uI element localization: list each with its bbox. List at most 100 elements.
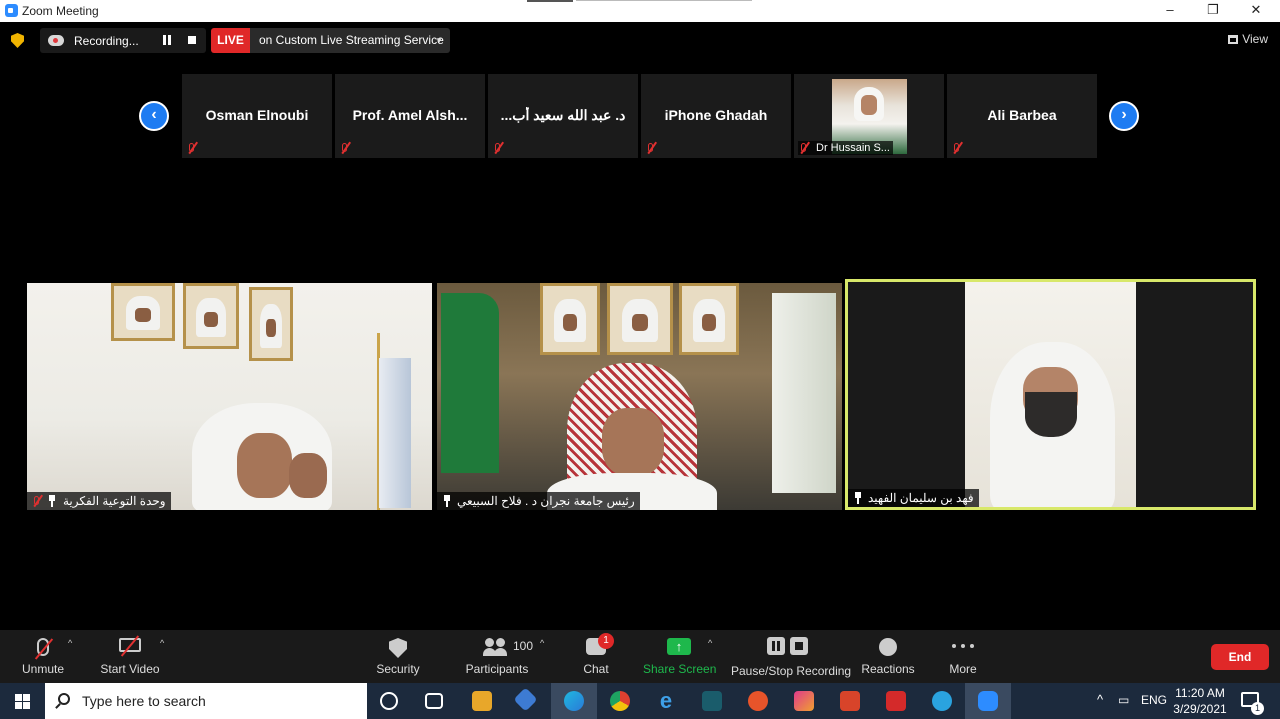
next-page-button[interactable]: ›	[1109, 101, 1139, 131]
chrome-icon[interactable]	[610, 691, 630, 711]
view-grid-icon	[1228, 35, 1239, 44]
live-service-dropdown[interactable]: on Custom Live Streaming Service ▼	[250, 28, 450, 53]
university-flag	[379, 358, 411, 508]
video-tile[interactable]: وحدة التوعية الفكرية	[27, 283, 432, 510]
app-cube-icon[interactable]	[794, 691, 814, 711]
chevron-up-icon: ^	[68, 638, 73, 648]
stop-recording-icon[interactable]	[188, 36, 196, 44]
recording-indicator: Recording...	[40, 28, 206, 53]
video-tile[interactable]: رئيس جامعة نجران د . فلاح السبيعي	[437, 283, 842, 510]
audio-options-chevron[interactable]: ^	[66, 630, 80, 683]
close-button[interactable]: ✕	[1236, 0, 1276, 22]
video-options-chevron[interactable]: ^	[158, 630, 172, 683]
pin-icon	[47, 495, 57, 507]
titlebar-drag-indicator-secondary	[576, 0, 752, 1]
share-screen-label: Share Screen	[643, 662, 717, 676]
taskbar-search-box[interactable]: Type here to search	[45, 683, 367, 719]
start-video-button[interactable]: Start Video	[97, 630, 163, 683]
participant-thumbnail[interactable]: Ali Barbea	[947, 74, 1097, 158]
zoom-icon[interactable]	[978, 691, 998, 711]
cortana-icon[interactable]	[380, 692, 398, 710]
video-person-face	[237, 433, 292, 498]
pause-recording-icon[interactable]	[162, 35, 172, 45]
file-explorer-icon[interactable]	[472, 691, 492, 711]
view-button[interactable]: View	[1228, 32, 1268, 46]
muted-mic-icon	[186, 141, 198, 154]
participant-thumbnail[interactable]: iPhone Ghadah	[641, 74, 791, 158]
share-screen-icon: ↑	[667, 638, 691, 655]
tile-name-label: وحدة التوعية الفكرية	[27, 492, 171, 510]
reactions-button[interactable]: Reactions	[860, 630, 916, 683]
app-icon[interactable]	[702, 691, 722, 711]
chat-label: Chat	[583, 662, 609, 676]
windows-start-icon[interactable]	[15, 694, 30, 709]
muted-mic-icon	[492, 141, 504, 154]
participant-thumbnail[interactable]: Osman Elnoubi	[182, 74, 332, 158]
unmute-button[interactable]: Unmute	[18, 630, 68, 683]
internet-explorer-icon[interactable]: e	[656, 690, 676, 712]
minimize-button[interactable]: –	[1150, 0, 1190, 22]
participant-name: فهد بن سليمان الفهيد	[868, 491, 974, 505]
participants-button[interactable]: 100 Participants	[462, 630, 533, 683]
view-label: View	[1242, 32, 1268, 46]
chevron-up-icon: ^	[708, 638, 713, 648]
more-button[interactable]: More	[944, 630, 982, 683]
more-dots-icon	[952, 644, 974, 650]
chevron-up-icon: ^	[160, 638, 165, 648]
window-titlebar: Zoom Meeting – ❐ ✕	[0, 0, 1280, 22]
pause-stop-recording-button[interactable]: Pause/Stop Recording	[731, 630, 851, 683]
taskbar-clock[interactable]: 11:20 AM 3/29/2021	[1168, 685, 1232, 717]
muted-mic-icon	[34, 638, 54, 660]
encryption-shield-icon[interactable]	[11, 33, 24, 48]
chevron-up-icon: ^	[540, 638, 545, 648]
participants-label: Participants	[465, 662, 529, 676]
participant-name: iPhone Ghadah	[664, 107, 768, 123]
muted-mic-icon	[798, 141, 810, 154]
security-label: Security	[376, 662, 420, 676]
restore-button[interactable]: ❐	[1193, 0, 1233, 22]
meeting-topbar: Recording... LIVE on Custom Live Streami…	[0, 22, 1280, 62]
participant-thumbnail[interactable]: د. عبد الله سعيد أب...	[488, 74, 638, 158]
telegram-icon[interactable]	[932, 691, 952, 711]
app-red-icon[interactable]	[886, 691, 906, 711]
more-label: More	[949, 662, 977, 676]
chat-icon: 1	[586, 633, 614, 655]
participant-name: وحدة التوعية الفكرية	[63, 494, 166, 508]
video-off-icon	[119, 635, 141, 657]
live-service-label: on Custom Live Streaming Service	[259, 33, 444, 47]
edge-icon[interactable]	[564, 691, 584, 711]
participant-name: Prof. Amel Alsh...	[352, 107, 468, 123]
previous-page-button[interactable]: ‹	[139, 101, 169, 131]
search-placeholder: Type here to search	[82, 693, 206, 709]
tile-name-label: رئيس جامعة نجران د . فلاح السبيعي	[437, 492, 640, 510]
active-speaker-tile[interactable]: فهد بن سليمان الفهيد	[845, 279, 1256, 510]
chat-badge: 1	[598, 633, 614, 649]
participant-thumbnail[interactable]: Prof. Amel Alsh...	[335, 74, 485, 158]
chat-button[interactable]: 1 Chat	[576, 630, 616, 683]
participant-name: Dr Hussain S...	[798, 141, 893, 155]
participant-name: Osman Elnoubi	[205, 107, 309, 123]
unmute-label: Unmute	[21, 662, 65, 676]
network-icon[interactable]: ▭	[1118, 693, 1129, 707]
window-title: Zoom Meeting	[22, 4, 99, 18]
security-button[interactable]: Security	[371, 630, 425, 683]
tray-chevron-up-icon[interactable]: ^	[1097, 692, 1103, 707]
task-view-icon[interactable]	[425, 693, 443, 709]
end-meeting-button[interactable]: End	[1211, 644, 1269, 670]
virtualbox-icon[interactable]	[513, 687, 538, 712]
app-r-icon[interactable]	[748, 691, 768, 711]
zoom-app-icon	[5, 4, 18, 17]
reactions-label: Reactions	[861, 662, 915, 676]
participants-icon	[483, 638, 509, 656]
notification-badge: 1	[1251, 702, 1264, 715]
share-options-chevron[interactable]: ^	[706, 630, 720, 683]
windows-taskbar: Type here to search e ^ ▭ ENG 11:20 AM 3…	[0, 683, 1280, 719]
language-indicator[interactable]: ENG	[1141, 693, 1167, 707]
office-icon[interactable]	[840, 691, 860, 711]
share-screen-button[interactable]: ↑ Share Screen	[643, 630, 717, 683]
clock-date: 3/29/2021	[1173, 702, 1227, 716]
portrait-frame	[540, 283, 600, 355]
start-video-label: Start Video	[100, 662, 160, 676]
participant-thumbnail[interactable]: Dr Hussain S...	[794, 74, 944, 158]
participants-options-chevron[interactable]: ^	[538, 630, 552, 683]
